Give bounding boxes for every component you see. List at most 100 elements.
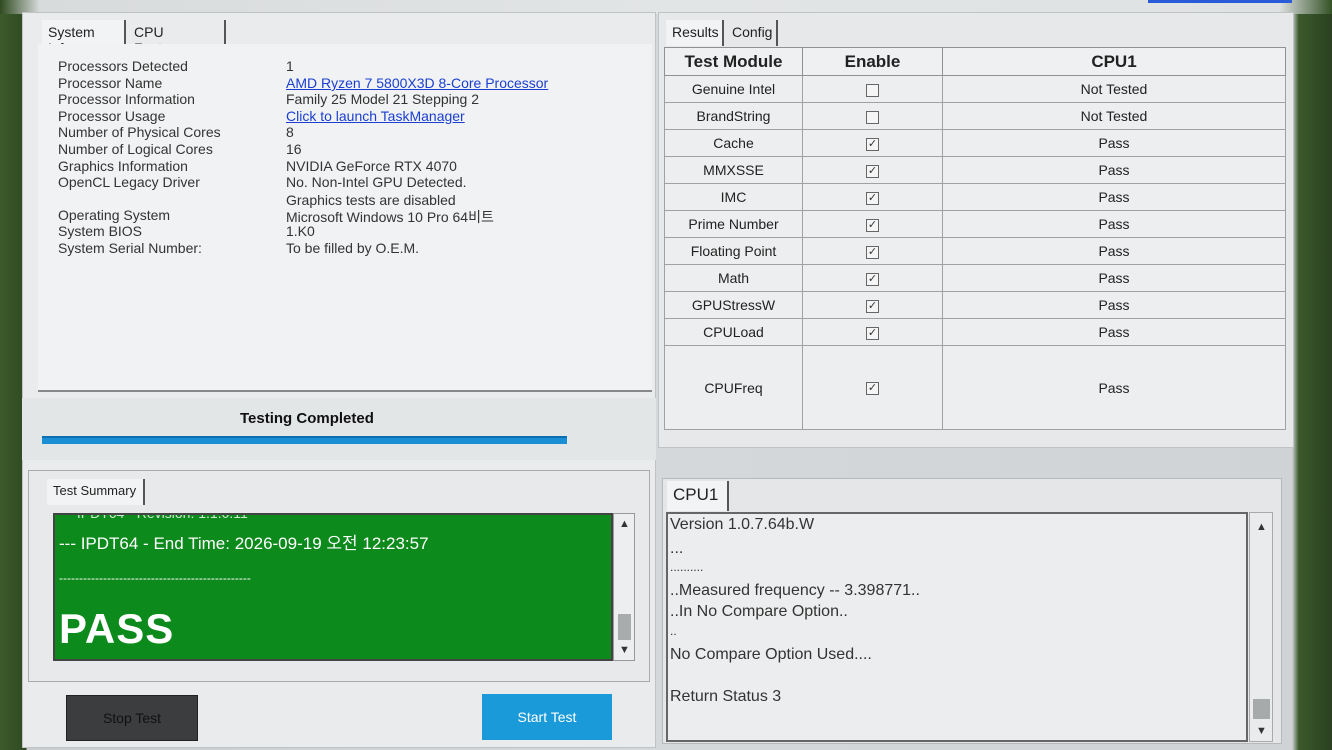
result-cell: Not Tested <box>942 102 1286 130</box>
log-line: ... <box>670 540 684 557</box>
enable-cell: ✓ <box>802 156 943 184</box>
col-header-enable: Enable <box>802 47 943 76</box>
tab-results[interactable]: Results <box>666 20 724 46</box>
enable-checkbox[interactable]: ✓ <box>866 164 879 178</box>
result-cell: Pass <box>942 291 1286 319</box>
result-cell: Pass <box>942 345 1286 430</box>
result-cell: Pass <box>942 183 1286 211</box>
tab-config[interactable]: Config <box>726 20 778 46</box>
table-row: CPULoad ✓ Pass <box>664 318 1286 346</box>
info-value: Microsoft Windows 10 Pro 64비트 <box>286 209 494 225</box>
enable-checkbox[interactable]: ✓ <box>866 272 879 286</box>
status-area: Testing Completed <box>22 398 656 460</box>
module-name: Floating Point <box>664 237 803 265</box>
info-value: 16 <box>286 141 302 157</box>
cpu-log-scrollbar[interactable]: ▲ ▼ <box>1249 512 1273 742</box>
module-name: GPUStressW <box>664 291 803 319</box>
log-line: Return Status 3 <box>670 688 782 705</box>
table-row: IMC ✓ Pass <box>664 183 1286 211</box>
scroll-down-icon[interactable]: ▼ <box>619 644 630 656</box>
table-row: BrandString Not Tested <box>664 102 1286 130</box>
table-row: CPUFreq ✓ Pass <box>664 345 1286 430</box>
module-name: Genuine Intel <box>664 75 803 103</box>
col-header-cpu1: CPU1 <box>942 47 1286 76</box>
info-value: 1 <box>286 58 294 74</box>
system-info-panel: Processors Detected 1 Processor Name AMD… <box>38 44 652 392</box>
enable-checkbox[interactable]: ✓ <box>866 326 879 340</box>
module-name: MMXSSE <box>664 156 803 184</box>
progress-bar <box>42 436 567 444</box>
log-line: .......... <box>670 560 704 574</box>
info-label: Processors Detected <box>58 58 188 74</box>
summary-scrollbar[interactable]: ▲ ▼ <box>613 513 635 661</box>
scroll-down-icon[interactable]: ▼ <box>1256 725 1267 737</box>
result-cell: Pass <box>942 129 1286 157</box>
stop-test-button[interactable]: Stop Test <box>66 695 198 741</box>
tab-test-summary[interactable]: Test Summary <box>47 479 145 505</box>
module-name: Cache <box>664 129 803 157</box>
enable-checkbox[interactable]: ✓ <box>866 245 879 259</box>
result-cell: Pass <box>942 264 1286 292</box>
tab-cpu-features[interactable]: CPU Features <box>128 20 226 56</box>
enable-checkbox[interactable]: ✓ <box>866 299 879 313</box>
scroll-up-icon[interactable]: ▲ <box>1256 521 1267 533</box>
processor-name-link[interactable]: AMD Ryzen 7 5800X3D 8-Core Processor <box>286 75 548 91</box>
module-name: Prime Number <box>664 210 803 238</box>
info-value: 8 <box>286 124 294 140</box>
taskmanager-link[interactable]: Click to launch TaskManager <box>286 108 465 124</box>
results-table: Test Module Enable CPU1 Genuine Intel No… <box>664 47 1286 430</box>
table-row: Math ✓ Pass <box>664 264 1286 292</box>
info-label: System Serial Number: <box>58 240 202 256</box>
enable-cell: ✓ <box>802 210 943 238</box>
log-line: .. <box>670 624 677 638</box>
result-cell: Pass <box>942 237 1286 265</box>
enable-cell: ✓ <box>802 291 943 319</box>
enable-checkbox[interactable] <box>866 83 879 97</box>
table-row: GPUStressW ✓ Pass <box>664 291 1286 319</box>
tab-cpu1[interactable]: CPU1 <box>667 481 729 511</box>
test-summary-panel: Test Summary --- IPDT64 - Revision: 1.1.… <box>28 470 650 682</box>
table-row: MMXSSE ✓ Pass <box>664 156 1286 184</box>
enable-cell <box>802 75 943 103</box>
info-value: No. Non-Intel GPU Detected. <box>286 174 467 190</box>
status-text: Testing Completed <box>240 410 374 427</box>
enable-cell: ✓ <box>802 183 943 211</box>
info-value: 1.K0 <box>286 223 315 239</box>
table-row: Genuine Intel Not Tested <box>664 75 1286 103</box>
enable-checkbox[interactable]: ✓ <box>866 137 879 151</box>
result-cell: Pass <box>942 318 1286 346</box>
enable-cell: ✓ <box>802 318 943 346</box>
enable-checkbox[interactable]: ✓ <box>866 191 879 205</box>
scroll-up-icon[interactable]: ▲ <box>619 518 630 530</box>
module-name: Math <box>664 264 803 292</box>
info-label: Processor Usage <box>58 108 166 124</box>
log-line: ..Measured frequency -- 3.398771.. <box>670 582 920 599</box>
tab-system-info[interactable]: System Info <box>42 20 126 56</box>
enable-cell: ✓ <box>802 237 943 265</box>
cpu-log: Version 1.0.7.64b.W ... .......... ..Mea… <box>666 512 1248 742</box>
info-label: Operating System <box>58 207 171 223</box>
module-name: BrandString <box>664 102 803 130</box>
info-label: Number of Physical Cores <box>58 124 221 140</box>
enable-checkbox[interactable] <box>866 110 879 124</box>
result-cell: Pass <box>942 210 1286 238</box>
enable-checkbox[interactable]: ✓ <box>866 382 879 396</box>
scroll-thumb[interactable] <box>618 614 631 640</box>
background-window-edge <box>1148 0 1292 3</box>
enable-cell <box>802 102 943 130</box>
summary-log: --- IPDT64 - Revision: 1.1.0.11 --- IPDT… <box>53 513 613 661</box>
log-separator: ----------------------------------------… <box>59 571 251 585</box>
col-header-test-module: Test Module <box>664 47 803 76</box>
enable-checkbox[interactable]: ✓ <box>866 218 879 232</box>
log-end-time: --- IPDT64 - End Time: 2026-09-19 오전 12:… <box>59 534 429 553</box>
table-row: Prime Number ✓ Pass <box>664 210 1286 238</box>
module-name: CPUFreq <box>664 345 803 430</box>
info-value: To be filled by O.E.M. <box>286 240 420 256</box>
start-test-button[interactable]: Start Test <box>482 694 612 740</box>
info-value: Graphics tests are disabled <box>286 192 456 208</box>
log-line-clipped: --- IPDT64 - Revision: 1.1.0.11 <box>59 513 248 521</box>
info-value: NVIDIA GeForce RTX 4070 <box>286 158 457 174</box>
enable-cell: ✓ <box>802 264 943 292</box>
info-value: Family 25 Model 21 Stepping 2 <box>286 91 479 107</box>
scroll-thumb[interactable] <box>1253 699 1270 719</box>
